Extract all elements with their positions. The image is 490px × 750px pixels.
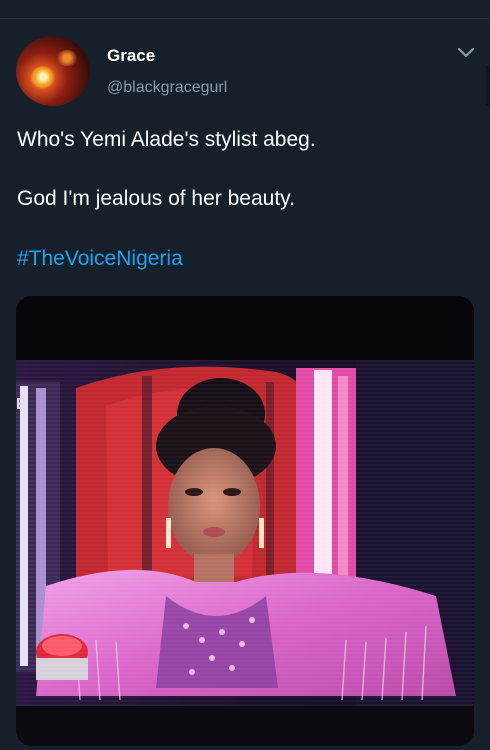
tweet-media-photo[interactable]: E [16, 296, 474, 746]
avatar-glow [56, 50, 78, 66]
scroll-edge [486, 66, 490, 106]
chevron-down-icon[interactable] [456, 46, 476, 60]
author-display-name[interactable]: Grace [107, 46, 155, 66]
bottom-edge [0, 746, 490, 750]
hashtag-link[interactable]: #TheVoiceNigeria [17, 247, 183, 271]
screen-fragment-text: E [16, 396, 27, 413]
author-handle[interactable]: @blackgracegurl [107, 79, 227, 97]
avatar-flare [30, 66, 56, 88]
tweet-text-line-2: God I'm jealous of her beauty. [17, 187, 295, 210]
avatar[interactable] [16, 36, 90, 106]
tweet-text-line-1: Who's Yemi Alade's stylist abeg. [17, 128, 316, 151]
top-divider [0, 18, 490, 19]
photo-illustration [16, 296, 474, 746]
